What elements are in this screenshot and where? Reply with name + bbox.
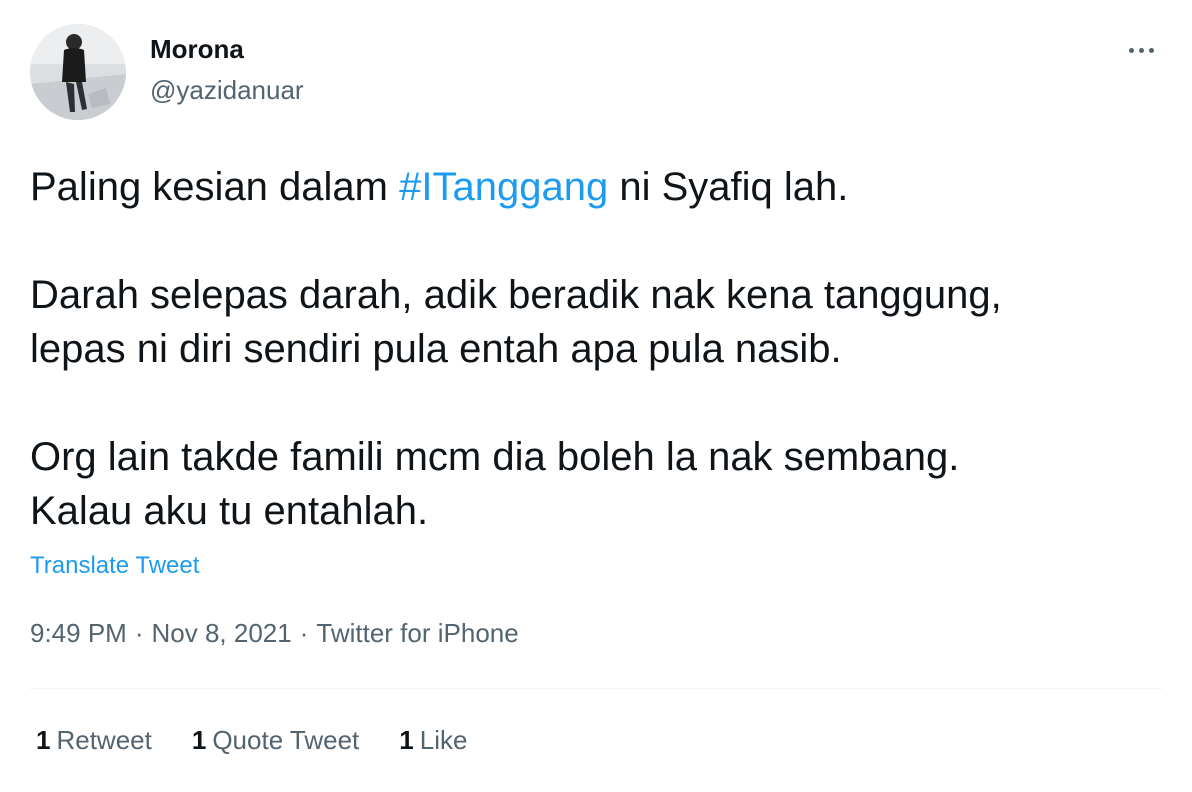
user-handle[interactable]: @yazidanuar bbox=[150, 75, 304, 106]
avatar-photo bbox=[30, 24, 126, 120]
tweet-line-5: Kalau aku tu entahlah. bbox=[30, 489, 429, 533]
divider bbox=[30, 688, 1162, 689]
more-horizontal-icon-dot bbox=[1138, 47, 1144, 53]
engagement-stats: 1 Retweet 1 Quote Tweet 1 Like bbox=[36, 725, 507, 756]
quote-tweet-count-link[interactable]: 1 Quote Tweet bbox=[192, 725, 359, 756]
quote-tweet-label: Quote Tweet bbox=[212, 725, 360, 755]
retweet-label: Retweet bbox=[56, 725, 152, 755]
hashtag-link[interactable]: #ITanggang bbox=[399, 165, 608, 209]
translate-tweet-link[interactable]: Translate Tweet bbox=[30, 552, 199, 580]
display-name[interactable]: Morona bbox=[150, 34, 244, 65]
tweet-card: Morona @yazidanuar Paling kesian dalam #… bbox=[0, 0, 1192, 792]
more-options-button[interactable] bbox=[1118, 30, 1164, 70]
tweet-text: Paling kesian dalam #ITanggang ni Syafiq… bbox=[30, 160, 1170, 538]
tweet-line-2: Darah selepas darah, adik beradik nak ke… bbox=[30, 273, 1002, 317]
retweet-count: 1 bbox=[36, 725, 51, 755]
tweet-line-3: lepas ni diri sendiri pula entah apa pul… bbox=[30, 327, 842, 371]
more-horizontal-icon bbox=[1128, 47, 1134, 53]
like-count-link[interactable]: 1 Like bbox=[399, 725, 467, 756]
tweet-line-4: Org lain takde famili mcm dia boleh la n… bbox=[30, 435, 960, 479]
like-label: Like bbox=[419, 725, 468, 755]
tweet-source-link[interactable]: Twitter for iPhone bbox=[316, 618, 518, 648]
meta-separator: · bbox=[299, 618, 309, 648]
tweet-time-link[interactable]: 9:49 PM bbox=[30, 618, 127, 648]
more-horizontal-icon-dot bbox=[1148, 47, 1154, 53]
retweet-count-link[interactable]: 1 Retweet bbox=[36, 725, 152, 756]
avatar[interactable] bbox=[30, 24, 126, 120]
like-count: 1 bbox=[399, 725, 414, 755]
quote-tweet-count: 1 bbox=[191, 725, 207, 755]
tweet-line-1: Paling kesian dalam #ITanggang ni Syafiq… bbox=[30, 165, 849, 209]
tweet-metadata: 9:49 PM · Nov 8, 2021 · Twitter for iPhone bbox=[30, 618, 519, 649]
meta-separator: · bbox=[134, 618, 144, 648]
tweet-date-link[interactable]: Nov 8, 2021 bbox=[152, 618, 292, 648]
